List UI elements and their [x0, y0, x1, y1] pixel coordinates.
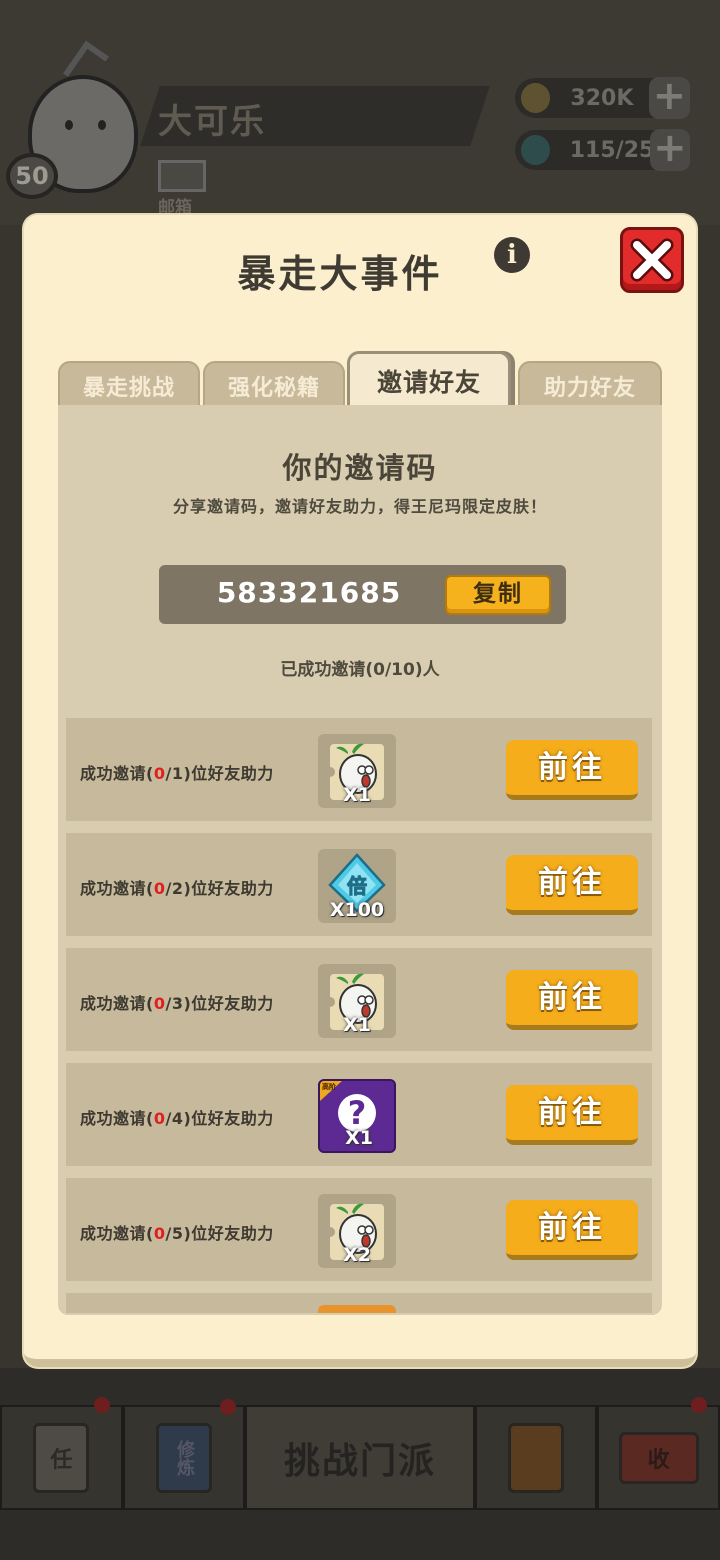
nav-train[interactable]: 修炼: [122, 1399, 246, 1510]
svg-text:高阶: 高阶: [322, 1082, 337, 1091]
reward-requirement: 成功邀请(0/3)位好友助力: [80, 994, 274, 1013]
tab-challenge[interactable]: 暴走挑战: [58, 361, 200, 409]
notification-dot: [94, 1397, 110, 1413]
gem-icon: [521, 135, 550, 165]
reward-quantity: X100: [329, 899, 385, 921]
tab-help-friends[interactable]: 助力好友: [518, 361, 662, 409]
close-button[interactable]: [620, 227, 684, 293]
invite-code-heading: 你的邀请码: [282, 451, 438, 485]
go-button[interactable]: 前往: [506, 970, 638, 1030]
helmet-icon: [508, 1422, 564, 1493]
house-icon: 收: [618, 1431, 699, 1484]
nav-challenge[interactable]: 挑战门派: [245, 1405, 475, 1510]
close-icon: [630, 238, 674, 282]
coin-value: 320K: [570, 85, 634, 111]
nav-challenge-label: 挑战门派: [283, 1440, 436, 1482]
reward-row: 成功邀请(0/3)位好友助力 X1 前往: [66, 948, 652, 1051]
reward-quantity: X1: [343, 1014, 371, 1036]
tab-bar: 暴走挑战 强化秘籍 邀请好友 助力好友: [58, 351, 662, 409]
go-button[interactable]: 前往: [506, 1200, 638, 1260]
reward-item: X1: [318, 734, 396, 808]
invited-count: 已成功邀请(0/10)人: [280, 660, 440, 680]
reward-row: 成功邀请(0/1)位好友助力 X1 前往: [66, 718, 652, 821]
invite-description: 分享邀请码，邀请好友助力，得王尼玛限定皮肤！: [172, 497, 547, 516]
invite-code: 583321685: [216, 576, 402, 609]
mail-button[interactable]: 邮箱: [158, 160, 208, 218]
avatar-eye: [98, 120, 106, 130]
avatar-eye: [65, 120, 73, 130]
coin-icon: [521, 83, 551, 113]
gem-counter: 115/25 +: [515, 128, 690, 171]
reward-quantity: X1: [345, 1127, 373, 1149]
go-button[interactable]: 前往: [506, 740, 638, 800]
nav-collect[interactable]: 收: [597, 1397, 720, 1510]
reward-requirement: 成功邀请(0/4)位好友助力: [80, 1109, 274, 1128]
add-gems-button[interactable]: +: [649, 128, 690, 171]
nav-shop[interactable]: [474, 1405, 598, 1510]
gem-value: 115/25: [569, 137, 655, 163]
invite-panel: 你的邀请码 分享邀请码，邀请好友助力，得王尼玛限定皮肤！ 583321685 复…: [58, 405, 662, 1315]
reward-row: 成功邀请(0/4)位好友助力 高阶 ? X1 前往: [66, 1063, 652, 1166]
reward-item: 倍 X100: [318, 849, 396, 923]
reward-item: X2: [318, 1194, 396, 1268]
event-modal: 暴走大事件 i 暴走挑战 强化秘籍 邀请好友 助力好友 你的邀请码 分享邀请码，…: [24, 215, 696, 1367]
notification-dot: [219, 1399, 236, 1415]
reward-row: 成功邀请(0/2)位好友助力 倍 X100 前往: [66, 833, 652, 936]
reward-quantity: X1: [343, 784, 371, 806]
reward-list: 成功邀请(0/1)位好友助力 X1 前往 成功邀请(0/2)位好友助力 倍 X1…: [66, 718, 652, 1315]
reward-quantity: X2: [343, 1244, 371, 1266]
tab-invite-friends[interactable]: 邀请好友: [347, 351, 511, 407]
reward-item: X1: [318, 964, 396, 1038]
nav-task[interactable]: 任: [0, 1397, 123, 1510]
info-icon[interactable]: i: [494, 237, 530, 273]
player-name: 大可乐: [158, 102, 266, 142]
reward-row: 成功邀请(0/5)位好友助力 X2 前往: [66, 1178, 652, 1281]
invite-code-box: 583321685 复制: [159, 565, 566, 624]
reward-item: [318, 1305, 396, 1313]
coin-counter: 320K +: [515, 76, 690, 119]
reward-requirement: 成功邀请(0/5)位好友助力: [80, 1224, 274, 1243]
bottom-nav: 任 修炼 挑战门派 收: [0, 1397, 720, 1510]
mail-icon: [158, 160, 206, 192]
svg-text:倍: 倍: [347, 874, 367, 898]
go-button[interactable]: 前往: [506, 855, 638, 915]
modal-title: 暴走大事件: [237, 252, 443, 296]
level-badge: 50: [6, 153, 58, 199]
go-button[interactable]: 前往: [506, 1085, 638, 1145]
add-coins-button[interactable]: +: [648, 76, 690, 119]
tab-enhance[interactable]: 强化秘籍: [203, 361, 345, 409]
reward-row: [66, 1293, 652, 1313]
reward-requirement: 成功邀请(0/1)位好友助力: [80, 764, 274, 783]
scroll-icon: 任: [33, 1422, 90, 1493]
modal-title-wrap: 暴走大事件: [24, 243, 696, 298]
book-icon: 修炼: [155, 1422, 212, 1493]
copy-button[interactable]: 复制: [445, 575, 551, 615]
notification-dot: [691, 1397, 708, 1413]
reward-requirement: 成功邀请(0/2)位好友助力: [80, 879, 274, 898]
reward-item: 高阶 ? X1: [318, 1079, 396, 1153]
